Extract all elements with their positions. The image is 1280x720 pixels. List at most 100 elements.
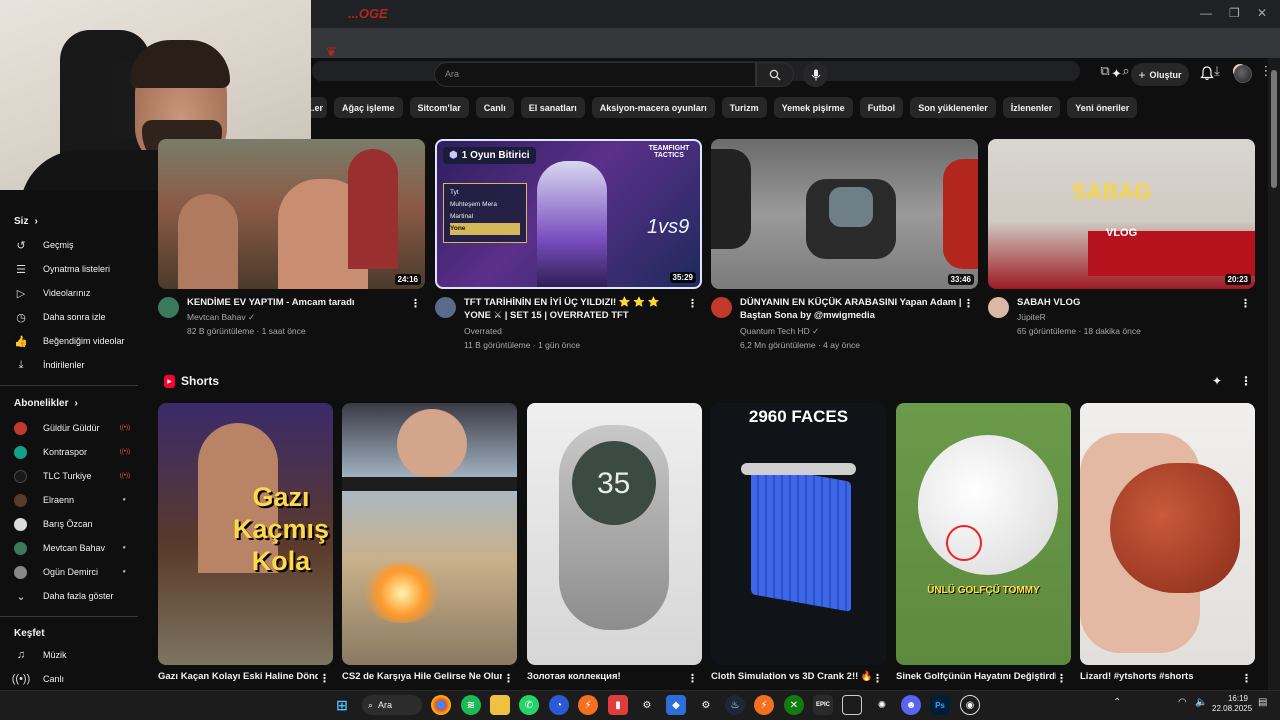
scrollbar-thumb[interactable] bbox=[1271, 70, 1277, 188]
sidebar-item-downloads[interactable]: ⤓ İndirilenler bbox=[14, 356, 134, 374]
chatgpt-icon[interactable]: ✺ bbox=[872, 695, 892, 715]
more-options-icon[interactable]: ⋮ bbox=[872, 672, 883, 685]
you-section-header[interactable]: Siz › bbox=[14, 216, 38, 227]
account-avatar[interactable] bbox=[1234, 65, 1252, 83]
chip[interactable]: Futbol bbox=[859, 97, 904, 118]
search-input[interactable]: Ara bbox=[445, 69, 459, 79]
sidebar-sub-item[interactable]: Ogün Demirci ● bbox=[14, 563, 134, 581]
chrome-icon[interactable] bbox=[431, 695, 451, 715]
short-title[interactable]: Sinek Golfçünün Hayatını Değiştirdi bbox=[896, 670, 1056, 683]
short-thumbnail[interactable]: Gazı Kaçmış Kola bbox=[158, 403, 333, 665]
yt-cast-icon[interactable]: ✦ bbox=[1111, 66, 1127, 82]
chip[interactable]: Yemek pişirme bbox=[773, 97, 853, 118]
minimize-icon[interactable]: — bbox=[1200, 6, 1212, 20]
more-options-icon[interactable]: ⋮ bbox=[1241, 672, 1252, 685]
create-button[interactable]: + Oluştur bbox=[1131, 63, 1189, 86]
more-options-icon[interactable]: ⋮ bbox=[1240, 297, 1251, 310]
chip[interactable]: Ağaç işleme bbox=[334, 97, 403, 118]
sidebar-item-live[interactable]: ((•)) Canlı bbox=[12, 670, 134, 688]
more-options-icon[interactable]: ⋮ bbox=[687, 672, 698, 685]
channel-avatar[interactable] bbox=[435, 297, 456, 318]
short-title[interactable]: Cloth Simulation vs 3D Crank 2!! 🔥 😮 So … bbox=[711, 670, 871, 683]
tab-title-fragment[interactable]: ...OGE bbox=[348, 6, 388, 21]
video-thumbnail[interactable]: SABAG VLOG 20:23 bbox=[988, 139, 1255, 289]
show-hidden-icons-icon[interactable]: ⌃ bbox=[1113, 697, 1121, 708]
more-options-icon[interactable]: ⋮ bbox=[319, 672, 330, 685]
more-options-icon[interactable]: ⋮ bbox=[410, 297, 421, 310]
channel-avatar[interactable] bbox=[711, 297, 732, 318]
maximize-icon[interactable]: ❐ bbox=[1229, 6, 1240, 20]
short-thumbnail[interactable] bbox=[342, 403, 517, 665]
short-title[interactable]: Gazı Kaçan Kolayı Eski Haline Döndürmek bbox=[158, 670, 318, 683]
chip[interactable]: Turizm bbox=[721, 97, 767, 118]
settings-gear-icon[interactable]: ⚙ bbox=[696, 695, 716, 715]
video-thumbnail[interactable]: 33:46 bbox=[711, 139, 978, 289]
taskbar-search[interactable]: ⌕ Ara bbox=[362, 695, 422, 715]
wifi-icon[interactable]: ◠ bbox=[1178, 697, 1187, 708]
short-thumbnail[interactable]: 2960 FACES bbox=[711, 403, 886, 665]
short-title[interactable]: Lizard! #ytshorts #shorts bbox=[1080, 670, 1240, 683]
spotify-icon[interactable]: ≋ bbox=[461, 695, 481, 715]
app-red-icon[interactable]: ▮ bbox=[608, 695, 628, 715]
channel-avatar[interactable] bbox=[158, 297, 179, 318]
more-options-icon[interactable]: ⋮ bbox=[963, 297, 974, 310]
shorts-feedback-icon[interactable]: ✦ bbox=[1212, 374, 1222, 388]
app-orange-icon[interactable]: ⚡ bbox=[578, 695, 598, 715]
app-box-icon[interactable] bbox=[842, 695, 862, 715]
sidebar-sub-item[interactable]: Güldür Güldür ((•)) bbox=[14, 419, 134, 437]
voice-search-button[interactable] bbox=[803, 62, 828, 87]
sidebar-item-liked-videos[interactable]: 👍 Beğendiğim videolar bbox=[14, 332, 134, 350]
close-window-icon[interactable]: ✕ bbox=[1257, 6, 1267, 20]
video-title[interactable]: KENDİME EV YAPTIM - Amcam taradı bbox=[187, 296, 409, 309]
sidebar-sub-item[interactable]: Kontraspor ((•)) bbox=[14, 443, 134, 461]
short-thumbnail[interactable] bbox=[1080, 403, 1255, 665]
whatsapp-icon[interactable]: ✆ bbox=[519, 695, 539, 715]
channel-name[interactable]: Mevtcan Bahav ✓ bbox=[187, 312, 255, 323]
sidebar-sub-item[interactable]: TLC Turkiye ((•)) bbox=[14, 467, 134, 485]
clock[interactable]: 16:19 22.08.2025 bbox=[1212, 694, 1252, 714]
show-more-button[interactable]: ⌄ Daha fazla göster bbox=[14, 587, 134, 605]
video-title[interactable]: SABAH VLOG bbox=[1017, 296, 1239, 309]
channel-name[interactable]: Quantum Tech HD ✓ bbox=[740, 326, 819, 337]
video-thumbnail[interactable]: 24:16 bbox=[158, 139, 425, 289]
channel-avatar[interactable] bbox=[988, 297, 1009, 318]
obs-icon[interactable]: ◉ bbox=[960, 695, 980, 715]
chip[interactable]: Yeni öneriler bbox=[1067, 97, 1138, 118]
search-button[interactable] bbox=[756, 62, 794, 87]
sidebar-sub-item[interactable]: Barış Özcan bbox=[14, 515, 134, 533]
more-options-icon[interactable]: ⋮ bbox=[1056, 672, 1067, 685]
channel-name[interactable]: Overrated bbox=[464, 326, 502, 336]
sidebar-item-playlists[interactable]: ☰ Oynatma listeleri bbox=[14, 260, 134, 278]
xbox-icon[interactable]: ✕ bbox=[784, 695, 804, 715]
channel-name[interactable]: JüpiteR bbox=[1017, 312, 1046, 322]
short-title[interactable]: Золотая коллекция! bbox=[527, 670, 687, 683]
sidebar-item-watch-later[interactable]: ◷ Daha sonra izle bbox=[14, 308, 134, 326]
app-orange-icon[interactable]: ⚡ bbox=[754, 695, 774, 715]
short-thumbnail[interactable]: ÜNLÜ GOLFÇÜ TOMMY bbox=[896, 403, 1071, 665]
chip[interactable]: Son yüklenenler bbox=[910, 97, 996, 118]
more-options-icon[interactable]: ⋮ bbox=[503, 672, 514, 685]
sidebar-item-music[interactable]: ♫ Müzik bbox=[14, 646, 134, 664]
chip[interactable]: El sanatları bbox=[520, 97, 585, 118]
video-thumbnail[interactable]: ⬢ 1 Oyun Bitirici TEAMFIGHT TACTICS Tyt M… bbox=[435, 139, 702, 289]
settings-gear-icon[interactable]: ⚙ bbox=[637, 695, 657, 715]
epic-games-icon[interactable]: EPIC bbox=[813, 695, 833, 715]
sidebar-item-your-videos[interactable]: ▷ Videolarınız bbox=[14, 284, 134, 302]
volume-icon[interactable]: 🔈 bbox=[1195, 697, 1207, 708]
short-title[interactable]: CS2 de Karşıya Hile Gelirse Ne Olur? bbox=[342, 670, 502, 683]
notifications-bell-icon[interactable] bbox=[1200, 66, 1216, 82]
file-explorer-icon[interactable] bbox=[490, 695, 510, 715]
sidebar-sub-item[interactable]: Elraenn ● bbox=[14, 491, 134, 509]
chip[interactable]: Aksiyon-macera oyunları bbox=[591, 97, 715, 118]
steam-icon[interactable]: ♨ bbox=[725, 695, 745, 715]
ubisoft-icon[interactable]: ◔ bbox=[549, 695, 569, 715]
chip[interactable]: İzlenenler bbox=[1002, 97, 1061, 118]
notifications-icon[interactable]: ▤ bbox=[1258, 697, 1267, 708]
video-title[interactable]: TFT TARİHİNİN EN İYİ ÜÇ YILDIZI! ⭐ ⭐ ⭐ Y… bbox=[464, 296, 686, 322]
short-thumbnail[interactable]: 35 bbox=[527, 403, 702, 665]
subscriptions-header[interactable]: Abonelikler › bbox=[14, 398, 78, 409]
chip[interactable]: Sitcom'lar bbox=[409, 97, 469, 118]
search-box[interactable]: Ara bbox=[434, 62, 756, 87]
shorts-more-options-icon[interactable]: ⋮ bbox=[1240, 374, 1252, 388]
sidebar-sub-item[interactable]: Mevtcan Bahav ● bbox=[14, 539, 134, 557]
